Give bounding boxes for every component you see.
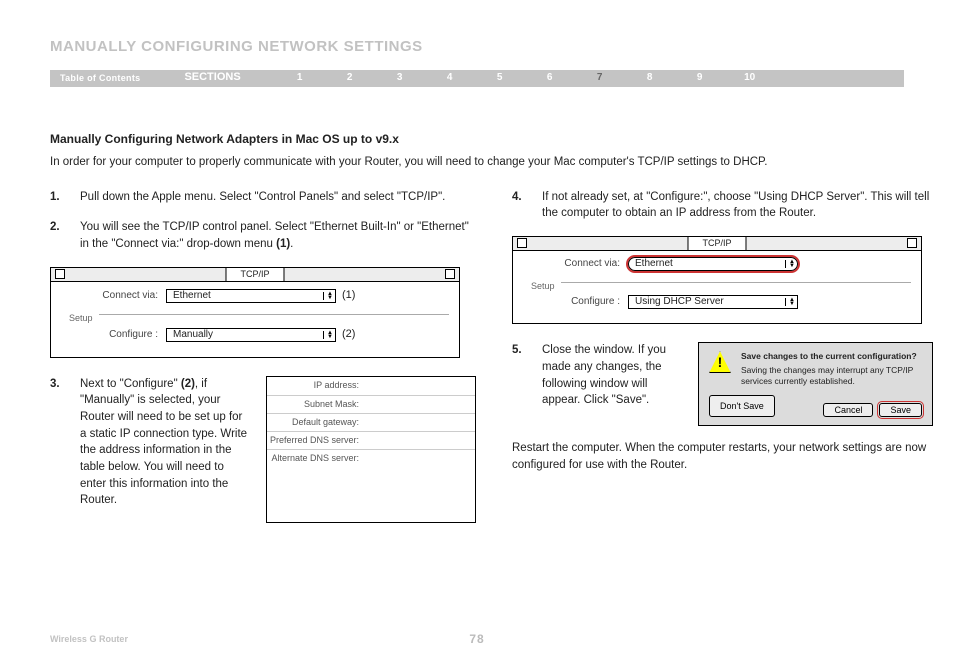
table-key: Preferred DNS server:: [267, 434, 365, 447]
table-key: Subnet Mask:: [267, 398, 365, 411]
warning-icon: !: [709, 351, 731, 373]
window-title: TCP/IP: [225, 267, 284, 282]
step-text-part: .: [290, 238, 293, 250]
table-row: Alternate DNS server:: [267, 449, 475, 467]
step-text-bold: (1): [276, 238, 290, 250]
page-footer: Wireless G Router 78: [0, 631, 954, 648]
table-key: Default gateway:: [267, 416, 365, 429]
table-row: Default gateway:: [267, 413, 475, 431]
dropdown-value: Manually: [173, 328, 213, 343]
dropdown-arrow-icon: ▲▼: [323, 292, 333, 300]
configure-label: Configure :: [523, 295, 628, 310]
step-number: 4.: [512, 189, 542, 222]
nav-toc[interactable]: Table of Contents: [60, 72, 140, 85]
step-text-part: You will see the TCP/IP control panel. S…: [80, 221, 469, 250]
window-close-icon[interactable]: [517, 238, 527, 248]
step-1: 1. Pull down the Apple menu. Select "Con…: [50, 189, 476, 206]
setup-label: Setup: [69, 312, 93, 325]
step-number: 2.: [50, 219, 80, 252]
window-zoom-icon[interactable]: [445, 269, 455, 279]
step-text: Close the window. If you made any change…: [542, 342, 682, 409]
dropdown-value: Ethernet: [635, 257, 673, 272]
table-row: IP address:: [267, 377, 475, 395]
window-title: TCP/IP: [687, 236, 746, 251]
cancel-button[interactable]: Cancel: [823, 403, 873, 417]
restart-text: Restart the computer. When the computer …: [512, 440, 933, 473]
nav-num-7[interactable]: 7: [575, 71, 625, 86]
footer-page-number: 78: [469, 631, 484, 648]
step-number: 1.: [50, 189, 80, 206]
right-column: 4. If not already set, at "Configure:", …: [512, 189, 933, 523]
dropdown-arrow-icon: ▲▼: [785, 298, 795, 306]
tcpip-window-1: TCP/IP Connect via: Ethernet ▲▼ (1) Setu…: [50, 267, 460, 358]
nav-num-6[interactable]: 6: [525, 71, 575, 86]
table-row: Subnet Mask:: [267, 395, 475, 413]
nav-num-5[interactable]: 5: [475, 71, 525, 86]
save-button[interactable]: Save: [879, 403, 922, 417]
ip-address-table: IP address: Subnet Mask: Default gateway…: [266, 376, 476, 523]
nav-num-2[interactable]: 2: [325, 71, 375, 86]
configure-dropdown[interactable]: Manually ▲▼: [166, 328, 336, 342]
nav-num-10[interactable]: 10: [725, 71, 775, 86]
nav-num-9[interactable]: 9: [675, 71, 725, 86]
step-text: You will see the TCP/IP control panel. S…: [80, 219, 476, 252]
page-title: MANUALLY CONFIGURING NETWORK SETTINGS: [50, 36, 904, 58]
nav-numbers: 1 2 3 4 5 6 7 8 9 10: [275, 71, 775, 86]
connect-via-dropdown-highlighted[interactable]: Ethernet ▲▼: [628, 257, 798, 271]
step-text-part: , if "Manually" is selected, your Router…: [80, 378, 247, 507]
connect-via-label: Connect via:: [523, 257, 628, 272]
dialog-message-1: Save changes to the current configuratio…: [741, 351, 922, 362]
step-2: 2. You will see the TCP/IP control panel…: [50, 219, 476, 252]
step-number: 3.: [50, 376, 80, 509]
step-text-bold: (2): [181, 378, 195, 390]
dropdown-arrow-icon: ▲▼: [785, 260, 795, 268]
footer-doc-name: Wireless G Router: [50, 633, 128, 646]
setup-label: Setup: [531, 280, 555, 293]
step-text: Next to "Configure" (2), if "Manually" i…: [80, 376, 250, 509]
field-marker: (2): [342, 327, 355, 343]
nav-num-3[interactable]: 3: [375, 71, 425, 86]
save-dialog: ! Save changes to the current configurat…: [698, 342, 933, 426]
dropdown-value: Ethernet: [173, 289, 211, 304]
field-marker: (1): [342, 288, 355, 304]
left-column: 1. Pull down the Apple menu. Select "Con…: [50, 189, 476, 523]
step-text: If not already set, at "Configure:", cho…: [542, 189, 933, 222]
nav-bar: Table of Contents SECTIONS 1 2 3 4 5 6 7…: [50, 70, 904, 87]
nav-sections-label: SECTIONS: [184, 70, 240, 86]
configure-dropdown[interactable]: Using DHCP Server ▲▼: [628, 295, 798, 309]
step-text: Pull down the Apple menu. Select "Contro…: [80, 189, 476, 206]
connect-via-label: Connect via:: [61, 289, 166, 304]
dialog-message-2: Saving the changes may interrupt any TCP…: [741, 365, 922, 387]
intro-paragraph: In order for your computer to properly c…: [50, 154, 904, 171]
step-4: 4. If not already set, at "Configure:", …: [512, 189, 933, 222]
nav-num-8[interactable]: 8: [625, 71, 675, 86]
connect-via-dropdown[interactable]: Ethernet ▲▼: [166, 289, 336, 303]
window-close-icon[interactable]: [55, 269, 65, 279]
dont-save-button[interactable]: Don't Save: [709, 395, 775, 417]
step-number: 5.: [512, 342, 542, 409]
window-zoom-icon[interactable]: [907, 238, 917, 248]
nav-num-4[interactable]: 4: [425, 71, 475, 86]
table-row: Preferred DNS server:: [267, 431, 475, 449]
nav-num-1[interactable]: 1: [275, 71, 325, 86]
table-key: Alternate DNS server:: [267, 452, 365, 465]
step-3: 3. Next to "Configure" (2), if "Manually…: [50, 376, 250, 509]
dropdown-arrow-icon: ▲▼: [323, 331, 333, 339]
table-key: IP address:: [267, 379, 365, 392]
dropdown-value: Using DHCP Server: [635, 295, 724, 310]
tcpip-window-2: TCP/IP Connect via: Ethernet ▲▼ Setup Co…: [512, 236, 922, 324]
step-text-part: Next to "Configure": [80, 378, 181, 390]
subheading: Manually Configuring Network Adapters in…: [50, 131, 904, 148]
configure-label: Configure :: [61, 328, 166, 343]
step-5: 5. Close the window. If you made any cha…: [512, 342, 682, 409]
